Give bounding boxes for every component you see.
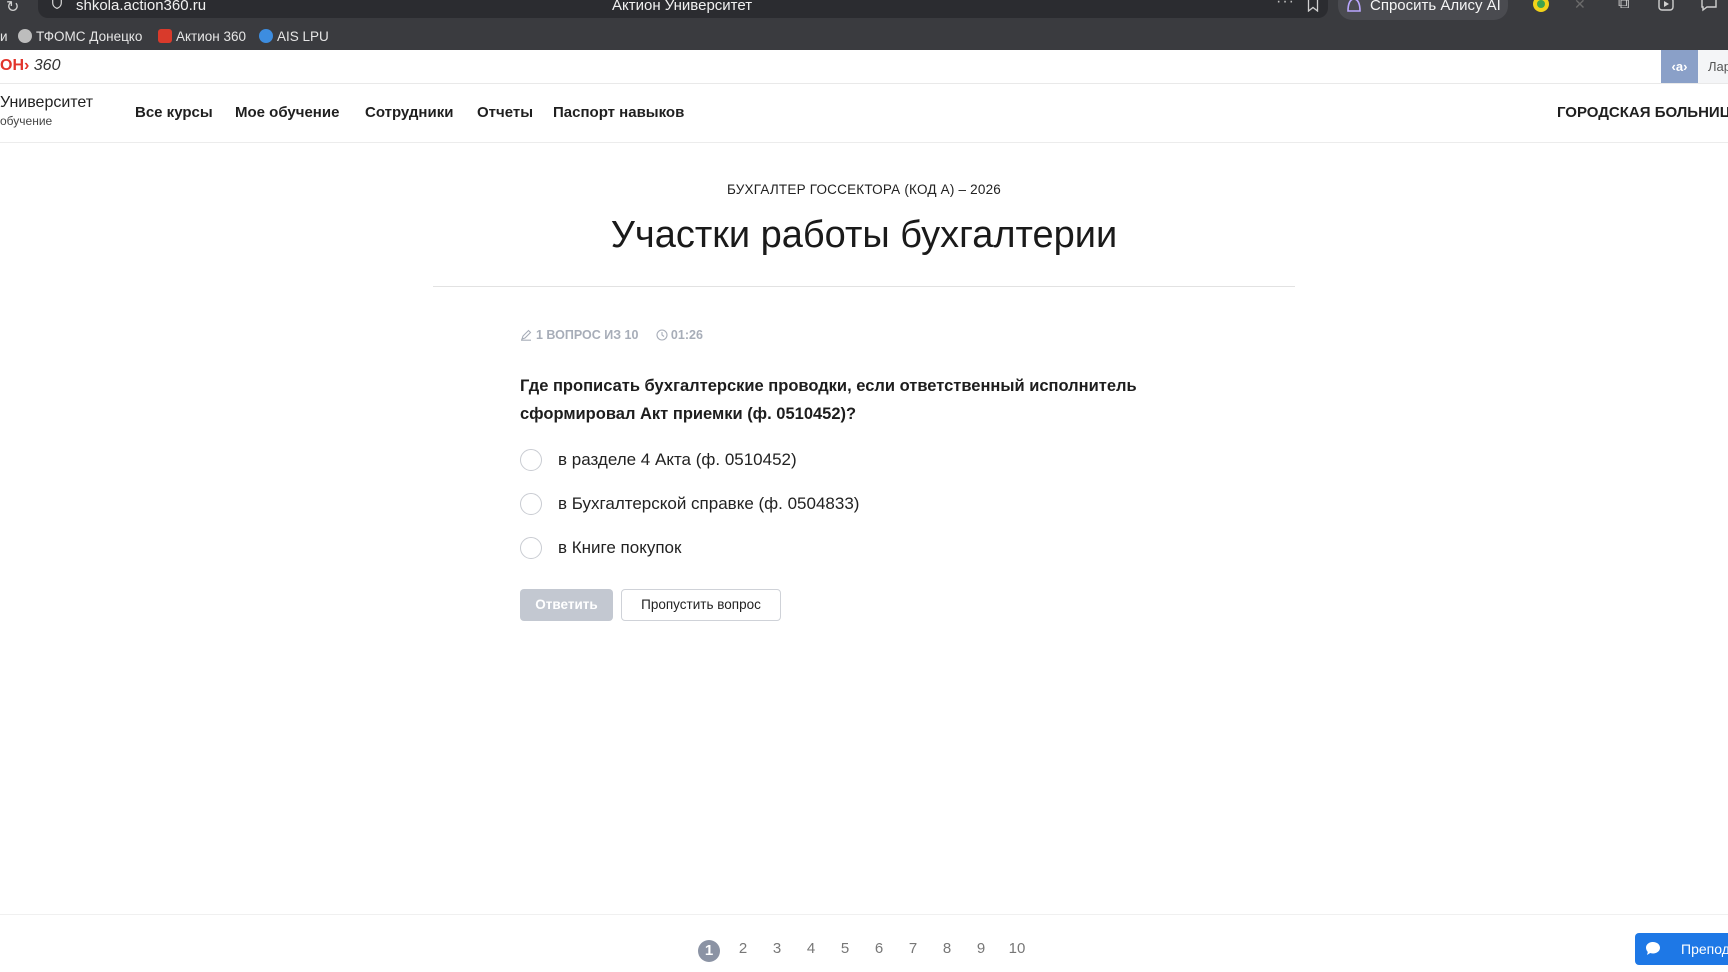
quiz-meta: 1 ВОПРОС ИЗ 10 01:26	[520, 328, 703, 342]
footer-divider	[0, 914, 1728, 915]
user-menu[interactable]: Лар	[1698, 50, 1728, 83]
more-icon[interactable]: ···	[1276, 0, 1295, 11]
reload-icon[interactable]: ↻	[6, 0, 19, 17]
shield-icon	[52, 0, 62, 9]
answer-label[interactable]: в разделе 4 Акта (ф. 0510452)	[558, 450, 797, 470]
bookmark-icon[interactable]	[1307, 0, 1319, 12]
page-number-10[interactable]: 10	[1005, 940, 1029, 957]
browser-toolbar: ↻ shkola.action360.ru Актион Университет…	[0, 0, 1728, 22]
ais-lpu-favicon-icon	[259, 29, 273, 43]
nav-employees[interactable]: Сотрудники	[365, 104, 453, 121]
bookmark-ais-lpu[interactable]: AIS LPU	[259, 29, 329, 44]
nav-reports[interactable]: Отчеты	[477, 104, 533, 121]
nav-my-learning[interactable]: Мое обучение	[235, 104, 339, 121]
media-icon[interactable]	[1658, 0, 1676, 12]
action-a-button[interactable]: ‹а›	[1661, 50, 1698, 83]
bookmark-partial[interactable]: и	[0, 29, 8, 44]
question-text: Где прописать бухгалтерские проводки, ес…	[520, 377, 1137, 423]
answer-label[interactable]: в Бухгалтерской справке (ф. 0504833)	[558, 494, 859, 514]
radio-button[interactable]	[520, 537, 542, 559]
site-name[interactable]: Университет	[0, 94, 93, 112]
chat-icon	[1646, 942, 1660, 955]
nav-skills-passport[interactable]: Паспорт навыков	[553, 104, 684, 121]
tfoms-favicon-icon	[18, 29, 32, 43]
extension-icon[interactable]	[1533, 0, 1549, 12]
organization-name[interactable]: ГОРОДСКАЯ БОЛЬНИЦ	[1557, 104, 1728, 121]
site-subtitle: обучение	[0, 114, 53, 128]
submit-answer-button[interactable]: Ответить	[520, 589, 613, 621]
bookmark-action360[interactable]: Актион 360	[158, 29, 246, 44]
radio-button[interactable]	[520, 493, 542, 515]
answer-label[interactable]: в Книге покупок	[558, 538, 681, 558]
site-header: Университет обучение Все курсы Мое обуче…	[0, 84, 1728, 143]
brand-strip: ОН› 360 ‹а› Лар	[0, 50, 1728, 84]
skip-question-button[interactable]: Пропустить вопрос	[621, 589, 781, 621]
lesson-title: Участки работы бухгалтерии	[610, 214, 1118, 256]
ask-teacher-button[interactable]: Препод	[1635, 933, 1728, 965]
course-name: БУХГАЛТЕР ГОССЕКТОРА (КОД А) – 2026	[727, 182, 1001, 197]
page-number-9[interactable]: 9	[969, 940, 993, 957]
action360-favicon-icon	[158, 29, 172, 43]
page-number-3[interactable]: 3	[765, 940, 789, 957]
pin-icon[interactable]: ✕	[1574, 0, 1586, 13]
title-divider	[433, 286, 1295, 287]
chat-bubble-icon[interactable]	[1700, 0, 1718, 12]
page-number-8[interactable]: 8	[935, 940, 959, 957]
page-number-2[interactable]: 2	[731, 940, 755, 957]
question-progress: 1 ВОПРОС ИЗ 10	[536, 328, 639, 342]
page-number-4[interactable]: 4	[799, 940, 823, 957]
alisa-icon	[1347, 0, 1361, 12]
ask-alisa-label: Спросить Алису AI	[1370, 0, 1501, 14]
ask-teacher-label: Препод	[1681, 941, 1728, 957]
bookmark-tfoms[interactable]: ТФОМС Донецко	[18, 29, 142, 44]
tab-title: Актион Университет	[612, 0, 753, 14]
url-text[interactable]: shkola.action360.ru	[76, 0, 206, 14]
timer: 01:26	[670, 328, 703, 342]
radio-button[interactable]	[520, 449, 542, 471]
action360-logo[interactable]: ОН› 360	[0, 57, 60, 75]
page-number-1[interactable]: 1	[698, 940, 720, 962]
pen-icon	[521, 329, 532, 341]
page-number-5[interactable]: 5	[833, 940, 857, 957]
clock-icon	[656, 329, 668, 341]
nav-all-courses[interactable]: Все курсы	[135, 104, 213, 121]
page-number-7[interactable]: 7	[901, 940, 925, 957]
bookmarks-bar: и ТФОМС Донецко Актион 360 AIS LPU	[0, 22, 1728, 50]
extensions-puzzle-icon[interactable]: ⧉	[1618, 0, 1629, 13]
page-number-6[interactable]: 6	[867, 940, 891, 957]
